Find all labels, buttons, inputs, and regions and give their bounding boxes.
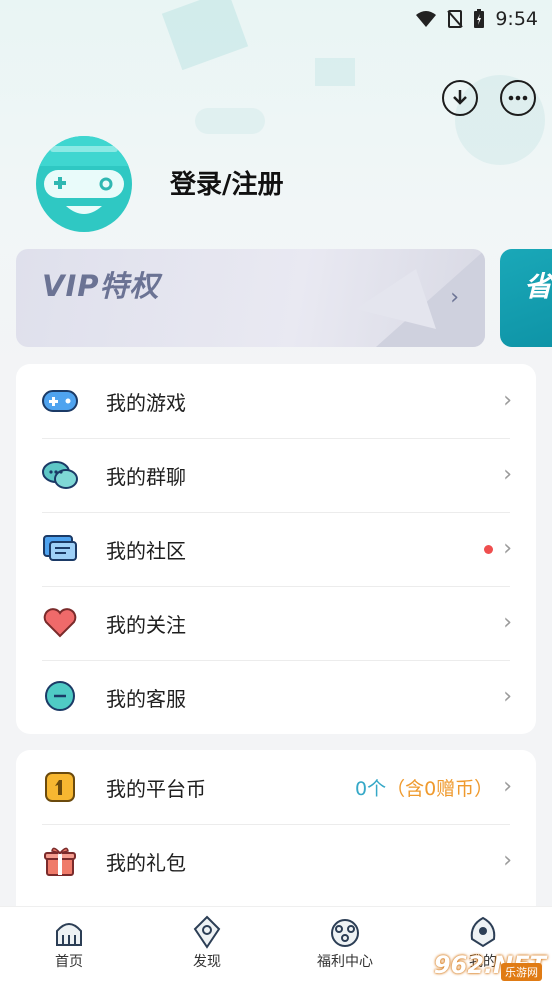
chevron-right-icon: › <box>503 536 512 561</box>
menu-item-label: 我的游戏 <box>106 390 186 415</box>
message-button[interactable] <box>500 80 536 116</box>
message-icon <box>508 95 528 101</box>
menu-item-label: 我的关注 <box>106 612 186 637</box>
avatar-robot-icon <box>36 136 132 214</box>
menu-item-my-gifts[interactable]: 我的礼包 › <box>16 824 536 898</box>
status-bar: 9:54 <box>0 0 552 38</box>
chat-bubbles-icon <box>42 457 78 493</box>
menu-item-label: 我的社区 <box>106 538 186 563</box>
community-icon <box>42 531 78 567</box>
menu-item-platform-coins[interactable]: 我的平台币 0个（含0赠币） › <box>16 750 536 824</box>
download-icon <box>453 90 467 105</box>
savings-card[interactable]: 省 <box>500 249 552 347</box>
vip-title: VIP特权 <box>42 269 160 303</box>
menu-item-my-group-chats[interactable]: 我的群聊 › <box>16 438 536 512</box>
wifi-icon <box>416 11 437 27</box>
coin-balance: 0个（含0赠币） <box>355 777 494 800</box>
menu-item-my-games[interactable]: 我的游戏 › <box>16 364 536 438</box>
tab-label: 首页 <box>55 954 83 970</box>
menu-panel-main: 我的游戏 › 我的群聊 › 我的社区 › 我的关注 › 我的客服 › <box>16 364 536 734</box>
coin-icon <box>42 769 78 805</box>
menu-item-label: 我的群聊 <box>106 464 186 489</box>
login-register-link[interactable]: 登录/注册 <box>170 164 284 201</box>
download-button[interactable] <box>442 80 478 116</box>
status-time: 9:54 <box>495 8 538 30</box>
home-tab-icon <box>56 923 82 946</box>
heart-icon <box>42 605 78 641</box>
gamepad-icon <box>42 383 78 419</box>
avatar[interactable] <box>36 136 132 232</box>
chevron-right-icon: › <box>450 285 459 310</box>
vip-card[interactable]: VIP特权 › <box>16 249 485 347</box>
header-actions <box>442 80 536 116</box>
no-sim-icon <box>447 10 464 28</box>
menu-panel-assets: 我的平台币 0个（含0赠币） › 我的礼包 › <box>16 750 536 920</box>
battery-icon <box>474 9 485 28</box>
chevron-right-icon: › <box>503 774 512 799</box>
chevron-right-icon: › <box>503 848 512 873</box>
tab-discover[interactable]: 发现 <box>162 915 252 971</box>
notification-dot <box>484 544 494 554</box>
watermark-sub: 乐游网 <box>501 963 542 981</box>
controller-decor-icon <box>195 108 265 134</box>
menu-item-label: 我的平台币 <box>106 776 206 801</box>
chevron-right-icon: › <box>503 388 512 413</box>
support-icon <box>42 679 78 715</box>
tab-label: 发现 <box>193 954 221 970</box>
chevron-right-icon: › <box>503 462 512 487</box>
menu-item-my-community[interactable]: 我的社区 › <box>16 512 536 586</box>
tab-welfare-center[interactable]: 福利中心 <box>300 915 390 971</box>
menu-item-label: 我的礼包 <box>106 850 186 875</box>
bottom-tab-bar: 首页 发现 福利中心 我的 962.NET 乐游网 <box>0 906 552 983</box>
menu-item-customer-service[interactable]: 我的客服 › <box>16 660 536 734</box>
me-tab-icon <box>470 916 496 948</box>
gift-decor-icon <box>315 58 355 86</box>
menu-item-my-follows[interactable]: 我的关注 › <box>16 586 536 660</box>
tab-home[interactable]: 首页 <box>24 915 114 971</box>
menu-item-label: 我的客服 <box>106 686 186 711</box>
tab-label: 福利中心 <box>317 954 373 970</box>
gift-icon <box>42 843 78 879</box>
welfare-tab-icon <box>331 919 359 947</box>
discover-tab-icon <box>193 915 221 949</box>
chevron-right-icon: › <box>503 610 512 635</box>
chevron-right-icon: › <box>503 684 512 709</box>
vip-decor-icon <box>356 249 485 347</box>
savings-card-text: 省 <box>524 270 552 303</box>
